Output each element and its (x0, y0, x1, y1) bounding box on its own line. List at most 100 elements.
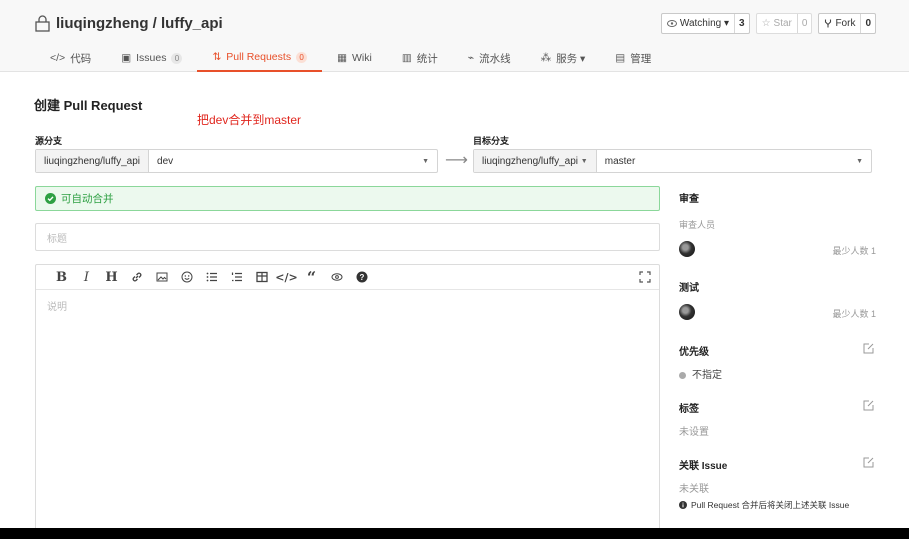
labels-title: 标签 (679, 404, 699, 415)
priority-dot (679, 371, 686, 379)
tab-services-label: 服务 ▾ (556, 52, 586, 65)
arrow-right-icon: ⟶ (445, 152, 468, 169)
code-block-icon[interactable]: </> (274, 265, 299, 290)
reviewer-avatar[interactable] (679, 241, 695, 257)
italic-icon[interactable]: I (74, 265, 99, 290)
ordered-list-icon[interactable] (224, 265, 249, 290)
edit-icon[interactable] (863, 343, 874, 354)
pipeline-icon: ⌁ (467, 52, 475, 64)
tab-pull-requests[interactable]: ⇅ Pull Requests 0 (197, 44, 323, 72)
tab-wiki[interactable]: ▦ Wiki (322, 44, 387, 72)
code-icon: </> (50, 52, 66, 64)
source-branch-label: 源分支 (35, 136, 63, 146)
table-icon[interactable] (249, 265, 274, 290)
repo-title: liuqingzheng / luffy_api (35, 13, 223, 33)
priority-value-text: 不指定 (692, 370, 722, 381)
tab-wiki-label: Wiki (352, 52, 372, 64)
bottom-bar (0, 528, 909, 539)
target-branch-dropdown[interactable]: master ▼ (597, 150, 871, 172)
tab-manage[interactable]: ▤ 管理 (600, 44, 666, 72)
tab-pipeline-label: 流水线 (479, 52, 511, 65)
target-branch-label: 目标分支 (473, 136, 510, 146)
star-label: Star (773, 18, 792, 29)
star-count[interactable]: 0 (796, 14, 812, 33)
title-placeholder: 标题 (47, 233, 67, 245)
page-title: 创建 Pull Request (34, 98, 143, 113)
tab-code[interactable]: </> 代码 (35, 44, 106, 72)
target-repo: liuqingzheng/luffy_api (482, 155, 579, 167)
linked-issue-note: Pull Request 合并后将关闭上述关联 Issue (679, 499, 849, 511)
description-editor[interactable]: B I H </> “ ? 说明 (35, 264, 660, 539)
reviewers-min: 最少人数 1 (832, 246, 876, 256)
fullscreen-icon[interactable] (639, 271, 651, 283)
tab-code-label: 代码 (70, 52, 92, 65)
tab-services[interactable]: ⁂ 服务 ▾ (526, 44, 601, 72)
repo-header: liuqingzheng / luffy_api Watching ▾ 3 ☆ S… (0, 0, 909, 72)
test-title: 测试 (679, 283, 699, 294)
chevron-down-icon: ▼ (856, 157, 863, 165)
info-icon (679, 501, 687, 509)
labels-value: 未设置 (679, 427, 709, 438)
repo-owner[interactable]: liuqingzheng (56, 15, 148, 32)
description-placeholder: 说明 (47, 302, 67, 313)
svg-text:?: ? (359, 273, 364, 282)
watch-count[interactable]: 3 (734, 14, 749, 33)
tab-manage-label: 管理 (630, 52, 652, 65)
priority-title: 优先级 (679, 347, 709, 358)
emoji-icon[interactable] (174, 265, 199, 290)
fork-icon (825, 19, 832, 28)
title-input[interactable]: 标题 (35, 223, 660, 251)
repo-actions: Watching ▾ 3 ☆ Star 0 Fork 0 (660, 13, 876, 34)
tester-avatar[interactable] (679, 304, 695, 320)
merge-status: 可自动合并 (35, 186, 660, 211)
target-branch-value: master (604, 155, 636, 167)
quote-icon[interactable]: “ (299, 265, 324, 290)
link-icon[interactable] (124, 265, 149, 290)
star-button[interactable]: ☆ Star 0 (755, 13, 813, 34)
edit-icon[interactable] (863, 400, 874, 411)
tab-stats-label: 统计 (416, 52, 438, 65)
target-branch-select[interactable]: liuqingzheng/luffy_api ▼ master ▼ (473, 149, 872, 173)
edit-icon[interactable] (863, 457, 874, 468)
tab-issues-label: Issues (136, 52, 167, 64)
source-repo: liuqingzheng/luffy_api (36, 150, 150, 172)
reviewers-label: 审查人员 (679, 220, 716, 230)
heading-icon[interactable]: H (99, 265, 124, 290)
repo-tabs: </> 代码 ▣ Issues 0 ⇅ Pull Requests 0 ▦ Wiki ▥ 统计… (35, 44, 666, 72)
fork-label: Fork (835, 18, 856, 29)
review-title: 审查 (679, 194, 699, 205)
bold-icon[interactable]: B (49, 265, 74, 290)
source-branch-dropdown[interactable]: dev ▼ (149, 150, 437, 172)
eye-icon (666, 20, 677, 27)
preview-icon[interactable] (324, 265, 349, 290)
service-icon: ⁂ (540, 52, 552, 64)
watch-label: Watching ▾ (679, 18, 729, 29)
fork-button[interactable]: Fork 0 (818, 13, 876, 34)
linked-issue-value: 未关联 (679, 484, 709, 495)
editor-toolbar: B I H </> “ ? (36, 265, 659, 290)
image-icon[interactable] (149, 265, 174, 290)
help-icon[interactable]: ? (349, 265, 374, 290)
unordered-list-icon[interactable] (199, 265, 224, 290)
tab-stats[interactable]: ▥ 统计 (387, 44, 453, 72)
manage-icon: ▤ (615, 52, 626, 64)
issue-icon: ▣ (121, 52, 132, 64)
chevron-down-icon: ▼ (580, 157, 588, 165)
issues-count-badge: 0 (171, 52, 183, 64)
target-repo-dropdown[interactable]: liuqingzheng/luffy_api ▼ (474, 150, 597, 172)
tab-pipeline[interactable]: ⌁ 流水线 (453, 44, 526, 72)
source-branch-select[interactable]: liuqingzheng/luffy_api dev ▼ (35, 149, 438, 173)
annotation-note: 把dev合并到master (197, 113, 302, 127)
tab-issues[interactable]: ▣ Issues 0 (106, 44, 197, 72)
repo-name[interactable]: luffy_api (161, 15, 223, 32)
watch-button[interactable]: Watching ▾ 3 (660, 13, 750, 34)
priority-value: 不指定 (679, 366, 722, 381)
linked-issue-note-text: Pull Request 合并后将关闭上述关联 Issue (691, 500, 850, 510)
chart-icon: ▥ (401, 52, 412, 64)
wiki-icon: ▦ (337, 52, 347, 64)
testers-min: 最少人数 1 (832, 309, 876, 319)
source-branch-value: dev (157, 155, 174, 167)
fork-count[interactable]: 0 (860, 14, 875, 33)
check-circle-icon (45, 193, 56, 204)
linked-issue-title: 关联 Issue (679, 461, 728, 472)
